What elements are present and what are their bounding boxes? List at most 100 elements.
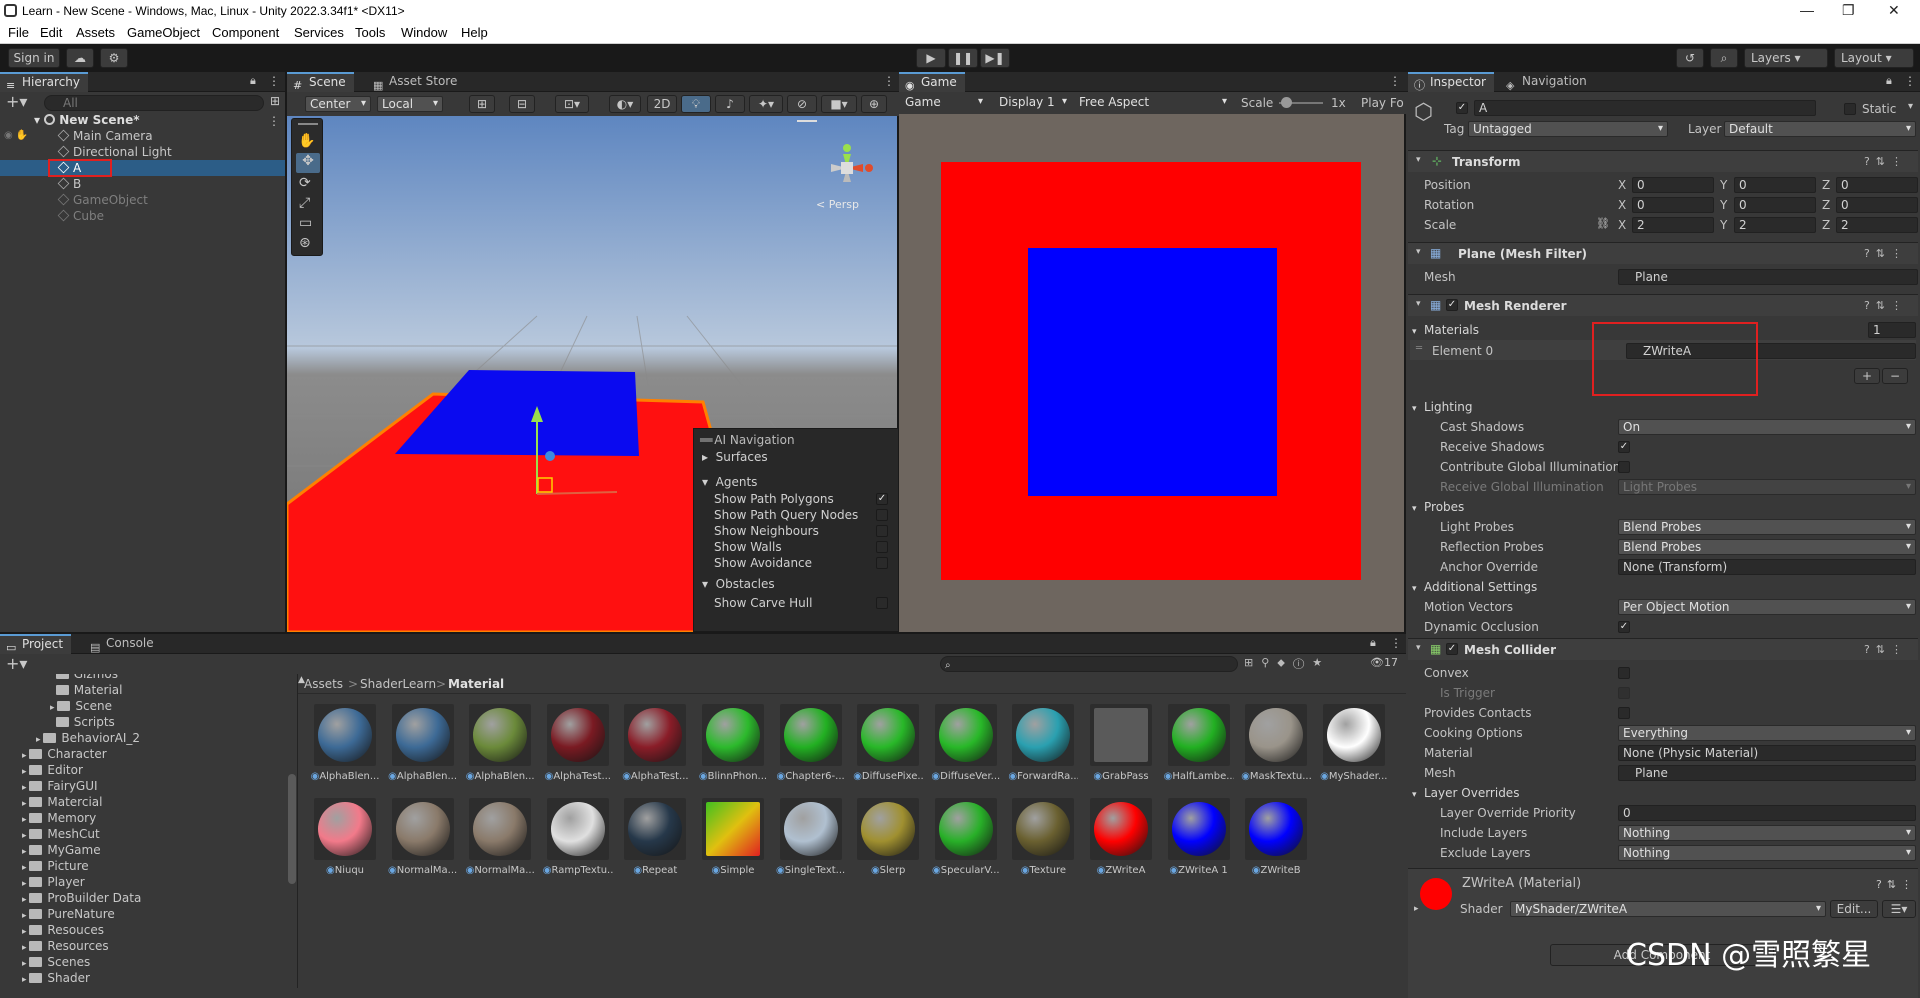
- visibility-icon[interactable]: ◉ ✋: [4, 130, 28, 141]
- move-gizmo-z[interactable]: [545, 451, 555, 461]
- tab-project[interactable]: ▭ Project: [0, 634, 72, 654]
- tab-asset-store[interactable]: ▦ Asset Store: [367, 72, 465, 92]
- folder-item[interactable]: ▸ Matercial: [22, 794, 102, 810]
- include-layers-dropdown[interactable]: Nothing: [1618, 825, 1916, 841]
- increment-snap-icon[interactable]: ⊡▾: [555, 95, 589, 113]
- game-mode-dropdown[interactable]: Game: [901, 95, 987, 111]
- material-asset[interactable]: ◉Niuqu: [310, 798, 380, 888]
- foldout-icon[interactable]: ▾: [1416, 299, 1421, 309]
- position-y-field[interactable]: 0: [1734, 177, 1816, 193]
- camera-icon[interactable]: ■▾: [821, 95, 857, 113]
- rotation-y-field[interactable]: 0: [1734, 197, 1816, 213]
- component-actions-icon[interactable]: ?⇅⋮: [1864, 155, 1908, 168]
- tab-inspector[interactable]: ⓘ Inspector: [1408, 72, 1494, 92]
- link-icon[interactable]: ⛓: [1596, 217, 1610, 230]
- checkbox-show-avoidance[interactable]: [876, 557, 888, 569]
- cast-shadows-dropdown[interactable]: On: [1618, 419, 1916, 435]
- menu-gameobject[interactable]: GameObject: [127, 25, 200, 40]
- scale-tool-icon[interactable]: ⤢: [299, 195, 310, 211]
- material-asset[interactable]: ◉MaskTextu...: [1241, 704, 1311, 794]
- hierarchy-item-cube[interactable]: Cube: [57, 208, 104, 224]
- mesh-filter-header[interactable]: ▾ ▦ Plane (Mesh Filter) ?⇅⋮: [1408, 242, 1918, 264]
- physic-material-field[interactable]: None (Physic Material): [1618, 745, 1916, 761]
- aspect-dropdown[interactable]: Free Aspect: [1075, 95, 1231, 111]
- pivot-dropdown[interactable]: Center: [305, 96, 371, 112]
- search-options-icon[interactable]: ⊞: [270, 94, 280, 108]
- pause-button[interactable]: ❚❚: [948, 48, 978, 68]
- materials-count-field[interactable]: 1: [1868, 322, 1916, 338]
- hierarchy-item-main-camera[interactable]: Main Camera: [57, 128, 153, 144]
- search-icon[interactable]: ⌕: [1710, 48, 1738, 68]
- folder-expand-icon[interactable]: ▸: [22, 911, 29, 921]
- anchor-override-field[interactable]: None (Transform): [1618, 559, 1916, 575]
- material-asset[interactable]: ◉AlphaTest...: [543, 704, 613, 794]
- material-actions-icon[interactable]: ?⇅⋮: [1876, 878, 1917, 891]
- scale-z-field[interactable]: 2: [1836, 217, 1918, 233]
- rect-tool-icon[interactable]: ▭: [299, 215, 312, 231]
- folder-expand-icon[interactable]: [50, 687, 56, 697]
- add-element-button[interactable]: +: [1854, 368, 1880, 384]
- material-asset[interactable]: ◉AlphaTest...: [620, 704, 690, 794]
- menu-file[interactable]: File: [8, 25, 29, 40]
- folder-expand-icon[interactable]: ▸: [22, 751, 29, 761]
- hierarchy-item-gameobject[interactable]: GameObject: [57, 192, 148, 208]
- snap-icon[interactable]: ⊞: [469, 95, 495, 113]
- collab-icon[interactable]: ⚙: [100, 48, 128, 68]
- material-asset[interactable]: ◉SingleText...: [776, 798, 846, 888]
- menu-help[interactable]: Help: [461, 25, 488, 40]
- folder-item[interactable]: ▸ Shader: [22, 970, 90, 986]
- material-asset[interactable]: ◉BlinnPhon...: [698, 704, 768, 794]
- sign-in-button[interactable]: Sign in: [8, 48, 60, 68]
- folder-item[interactable]: Gizmos: [50, 674, 118, 682]
- folder-item[interactable]: ▸ FairyGUI: [22, 778, 98, 794]
- folder-expand-icon[interactable]: ▸: [22, 783, 29, 793]
- shader-dropdown[interactable]: MyShader/ZWriteA: [1510, 901, 1826, 917]
- folder-expand-icon[interactable]: ▸: [22, 927, 29, 937]
- history-icon[interactable]: ↺: [1676, 48, 1704, 68]
- position-z-field[interactable]: 0: [1836, 177, 1918, 193]
- hidden-objects-icon[interactable]: ⊘: [787, 95, 817, 113]
- receive-shadows-checkbox[interactable]: ✓: [1618, 441, 1630, 453]
- scene-root[interactable]: ▾ New Scene*: [34, 112, 140, 128]
- tab-navigation[interactable]: ◈ Navigation: [1500, 72, 1595, 92]
- folder-expand-icon[interactable]: ▸: [50, 703, 57, 713]
- material-asset[interactable]: ◉Slerp: [853, 798, 923, 888]
- move-tool-icon[interactable]: ✥: [296, 153, 320, 173]
- component-actions-icon[interactable]: ?⇅⋮: [1864, 643, 1908, 656]
- gizmos-icon[interactable]: ⊕: [861, 95, 887, 113]
- receive-gi-dropdown[interactable]: Light Probes: [1618, 479, 1916, 495]
- tag-dropdown[interactable]: Untagged: [1468, 121, 1668, 137]
- dynamic-occlusion-checkbox[interactable]: ✓: [1618, 621, 1630, 633]
- folder-item[interactable]: ▸ Memory: [22, 810, 96, 826]
- tab-console[interactable]: ▤ Console: [84, 634, 162, 654]
- hierarchy-item-directional-light[interactable]: Directional Light: [57, 144, 172, 160]
- checkbox-show-path-polygons[interactable]: ✓: [876, 493, 888, 505]
- material-asset[interactable]: ◉ZWriteA: [1086, 798, 1156, 888]
- more-options-icon[interactable]: ⋮: [883, 74, 895, 88]
- checkbox-show-walls[interactable]: [876, 541, 888, 553]
- light-probes-dropdown[interactable]: Blend Probes: [1618, 519, 1916, 535]
- layer-dropdown[interactable]: Default: [1724, 121, 1916, 137]
- mesh-collider-enabled-checkbox[interactable]: ✓: [1446, 643, 1458, 655]
- material-asset[interactable]: ◉HalfLambe...: [1164, 704, 1234, 794]
- rotate-tool-icon[interactable]: ⟳: [299, 175, 311, 191]
- folder-expand-icon[interactable]: ▸: [22, 831, 29, 841]
- restore-button[interactable]: ❐: [1842, 2, 1855, 19]
- scale-y-field[interactable]: 2: [1734, 217, 1816, 233]
- breadcrumb-shaderlearn[interactable]: ShaderLearn: [360, 677, 436, 691]
- menu-window[interactable]: Window: [401, 25, 447, 40]
- folder-item[interactable]: Material: [50, 682, 122, 698]
- folder-item[interactable]: Scripts: [50, 714, 115, 730]
- grid-snap-icon[interactable]: ⊟: [509, 95, 535, 113]
- play-button[interactable]: ▶: [916, 48, 946, 68]
- is-trigger-checkbox[interactable]: [1618, 687, 1630, 699]
- folder-item[interactable]: ▸ Scene: [50, 698, 112, 714]
- folder-item[interactable]: ▸ Picture: [22, 858, 89, 874]
- drag-handle-icon[interactable]: ═: [1416, 343, 1422, 354]
- lighting-foldout[interactable]: ▾ Lighting: [1412, 400, 1473, 414]
- active-checkbox[interactable]: ✓: [1456, 102, 1468, 114]
- step-button[interactable]: ▶❚: [980, 48, 1010, 68]
- convex-checkbox[interactable]: [1618, 667, 1630, 679]
- create-icon[interactable]: +▾: [6, 654, 27, 673]
- mesh-collider-header[interactable]: ▾ ▦ ✓ Mesh Collider ?⇅⋮: [1408, 638, 1918, 660]
